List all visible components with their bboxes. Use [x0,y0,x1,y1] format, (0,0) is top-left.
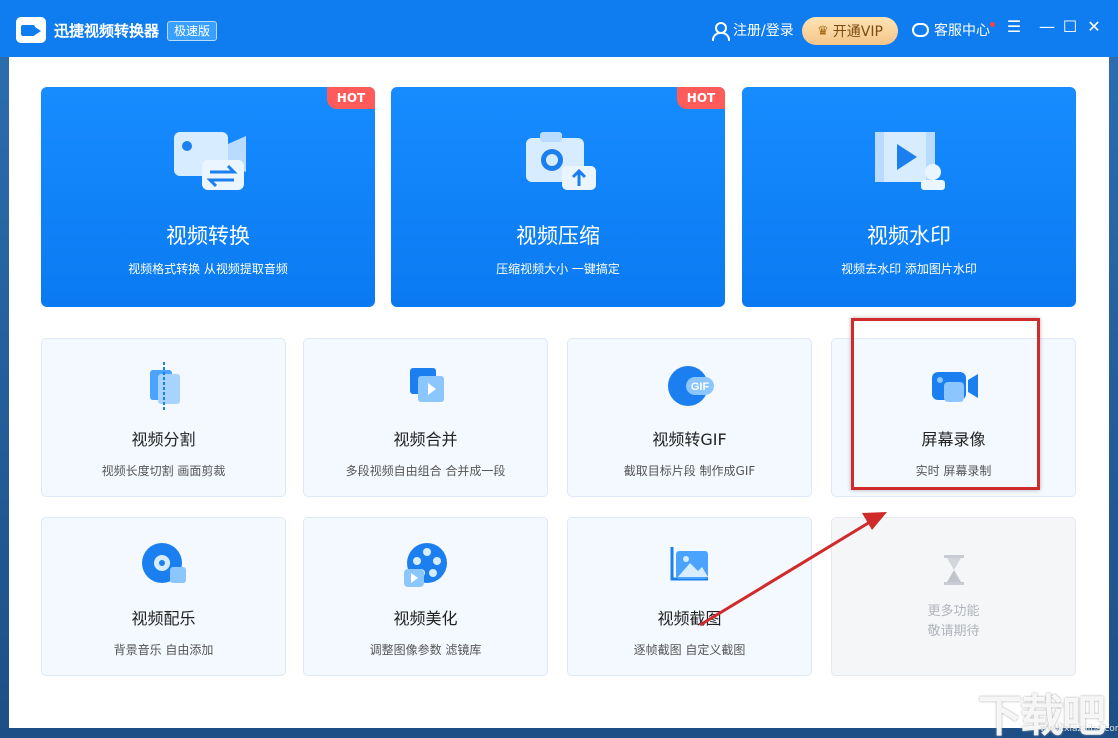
close-icon[interactable]: ✕ [1085,18,1103,36]
card-title: 视频截图 [657,609,722,628]
video-watermark-icon [875,132,945,190]
card-title: 视频转GIF [652,430,727,449]
support-button[interactable]: 客服中心 [912,20,990,40]
card-video-screenshot[interactable]: 视频截图 逐帧截图 自定义截图 [567,517,812,676]
card-more-coming-soon: 更多功能 敬请期待 [831,517,1076,676]
hot-badge: HOT [327,87,375,109]
svg-text:GIF: GIF [691,381,710,393]
card-video-gif[interactable]: GIF 视频转GIF 截取目标片段 制作成GIF [567,338,812,497]
video-merge-icon [410,368,444,402]
titlebar: 迅捷视频转换器 极速版 注册/登录 ♛ 开通VIP 客服中心 ☰ — ☐ ✕ [0,0,1118,57]
notification-dot [990,22,995,27]
card-video-watermark[interactable]: 视频水印 视频去水印 添加图片水印 [742,87,1076,307]
card-desc: 逐帧截图 自定义截图 [633,643,746,657]
chat-icon [912,23,929,37]
vip-label: 开通VIP [832,24,883,40]
card-title: 视频美化 [393,609,458,628]
card-title: 视频分割 [131,430,196,449]
minimize-icon[interactable]: — [1038,18,1056,36]
menu-icon[interactable]: ☰ [1005,18,1023,36]
card-desc: 压缩视频大小 一键搞定 [496,262,620,276]
card-desc: 截取目标片段 制作成GIF [623,464,756,478]
card-desc: 调整图像参数 滤镜库 [369,643,482,657]
login-label: 注册/登录 [733,23,794,39]
card-video-merge[interactable]: 视频合并 多段视频自由组合 合并成一段 [303,338,548,497]
support-label: 客服中心 [934,23,990,39]
card-title: 视频转换 [166,224,250,248]
card-desc: 视频长度切割 画面剪裁 [101,464,226,478]
card-video-split[interactable]: 视频分割 视频长度切割 画面剪裁 [41,338,286,497]
film-reel-icon [404,543,447,587]
video-convert-icon [174,132,246,190]
site-watermark-url: www.xiazaiba.com [1040,724,1118,734]
card-desc: 视频去水印 添加图片水印 [841,262,977,276]
gif-icon: GIF [668,366,714,406]
edition-badge: 极速版 [167,21,218,41]
hourglass-icon [944,555,964,585]
maximize-icon[interactable]: ☐ [1061,18,1079,36]
app-title: 迅捷视频转换器 [54,22,160,40]
card-video-convert[interactable]: HOT 视频转换 视频格式转换 从视频提取音频 [41,87,375,307]
annotation-highlight-box [851,318,1040,490]
card-desc: 多段视频自由组合 合并成一段 [345,464,506,478]
card-title: 视频水印 [867,224,951,248]
crown-icon: ♛ [817,23,829,39]
music-icon [142,543,186,583]
video-compress-icon [526,132,596,190]
app-logo-icon [16,17,46,43]
hot-badge: HOT [677,87,725,109]
card-desc: 视频格式转换 从视频提取音频 [128,262,288,276]
card-desc: 背景音乐 自由添加 [113,643,214,657]
coming-soon-text: 更多功能 敬请期待 [927,604,980,639]
card-title: 视频合并 [393,430,458,449]
card-video-compress[interactable]: HOT 视频压缩 压缩视频大小 一键搞定 [391,87,725,307]
user-icon [710,21,730,41]
video-split-icon [150,362,180,410]
vip-button[interactable]: ♛ 开通VIP [802,17,898,45]
card-title: 视频压缩 [516,224,600,248]
card-title: 视频配乐 [131,609,196,628]
card-video-beautify[interactable]: 视频美化 调整图像参数 滤镜库 [303,517,548,676]
screenshot-icon [670,547,708,581]
login-button[interactable]: 注册/登录 [710,20,794,41]
card-video-music[interactable]: 视频配乐 背景音乐 自由添加 [41,517,286,676]
